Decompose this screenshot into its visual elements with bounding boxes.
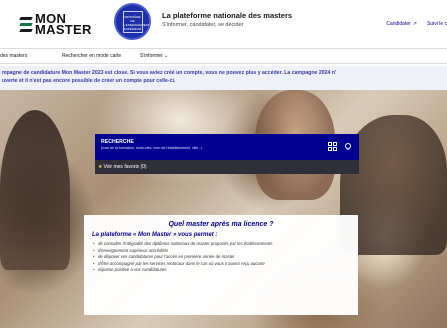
campaign-notice: mpagne de candidature Mon Master 2023 es… <box>0 66 447 90</box>
star-icon: ★ <box>98 164 103 170</box>
nav-item-informer[interactable]: S'informer ⌄ <box>140 53 168 59</box>
grid-icon <box>327 141 337 151</box>
nav-item-map-search[interactable]: Rechercher en mode carte <box>62 53 121 59</box>
search-placeholder: (nom de la formation, mots-clés, nom de … <box>101 146 203 150</box>
info-card-list: de consulter l'intégralité des diplômes … <box>92 241 350 274</box>
header-links: Candidater ↗ Suivi le c <box>386 21 447 27</box>
external-link-icon: ↗ <box>412 21 417 27</box>
candidater-link[interactable]: Candidater ↗ <box>386 21 417 27</box>
suivi-link-label: Suivi le c <box>426 21 447 27</box>
map-pin-icon <box>343 141 353 151</box>
suivi-link[interactable]: Suivi le c <box>427 21 447 27</box>
site-tagline: La plateforme nationale des masters S'in… <box>162 11 292 28</box>
search-panel: RECHERCHE (nom de la formation, mots-clé… <box>95 134 359 174</box>
notice-line-2: uverte et il n'est pas encore possible d… <box>2 77 176 84</box>
main-nav: des masters Rechercher en mode carte S'i… <box>0 48 447 64</box>
ministry-emblem: MINISTÈRE DE L'ENSEIGNEMENT SUPÉRIEUR <box>114 3 151 40</box>
logo-line-2: MASTER <box>35 22 92 37</box>
info-card-title: Quel master après ma licence ? <box>168 221 274 228</box>
notice-line-1: mpagne de candidature Mon Master 2023 es… <box>2 70 337 76</box>
site-subtitle: S'informer, candidater, se décider <box>162 22 244 28</box>
emblem-text: MINISTÈRE DE L'ENSEIGNEMENT SUPÉRIEUR <box>122 10 150 33</box>
site-title: La plateforme nationale des masters <box>162 11 293 20</box>
page: MON MASTER MINISTÈRE DE L'ENSEIGNEMENT S… <box>0 0 447 328</box>
info-card: Quel master après ma licence ? La platef… <box>84 215 358 315</box>
favorites-link[interactable]: ★Voir mes favoris (0) <box>95 160 359 174</box>
favorites-label: Voir mes favoris (0) <box>103 164 147 170</box>
candidater-link-label: Candidater <box>386 21 411 27</box>
logo-text: MON MASTER <box>35 12 92 37</box>
chevron-down-icon: ⌄ <box>164 53 169 59</box>
hero-photo-person-left <box>0 110 70 270</box>
search-input[interactable]: RECHERCHE (nom de la formation, mots-clé… <box>95 134 359 160</box>
logo-mark-icon <box>19 15 33 33</box>
info-card-intro: La plateforme « Mon Master » vous permet… <box>92 232 218 238</box>
map-view-button[interactable] <box>341 138 355 154</box>
nav-item-masters[interactable]: des masters <box>0 53 27 59</box>
mon-master-logo[interactable]: MON MASTER <box>19 12 92 37</box>
nav-item-informer-label: S'informer <box>140 53 163 59</box>
hero-banner: RECHERCHE (nom de la formation, mots-clé… <box>0 90 447 328</box>
grid-view-button[interactable] <box>325 138 339 154</box>
search-label: RECHERCHE <box>101 139 134 145</box>
list-item: réponse positive à vos candidatures <box>92 267 350 274</box>
site-header: MON MASTER MINISTÈRE DE L'ENSEIGNEMENT S… <box>0 0 447 46</box>
